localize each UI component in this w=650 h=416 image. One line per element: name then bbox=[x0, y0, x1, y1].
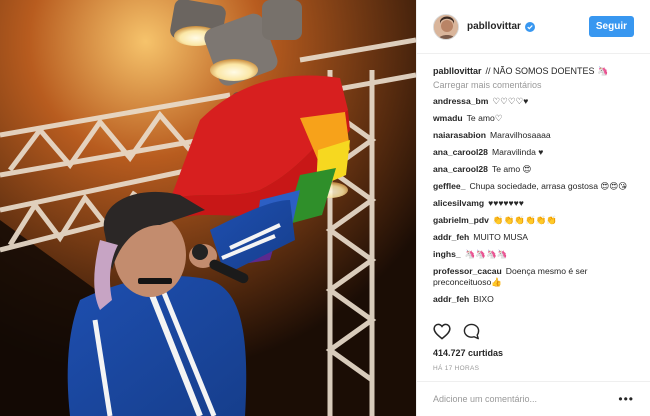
more-options-icon[interactable]: ••• bbox=[618, 392, 634, 406]
comment-username[interactable]: ana_carool28 bbox=[433, 164, 488, 174]
comment: wmadu Te amo♡ bbox=[433, 113, 634, 124]
comment-text: Maravilinda ♥ bbox=[491, 147, 544, 157]
comment-text: MUITO MUSA bbox=[473, 232, 529, 242]
post-actions bbox=[433, 323, 480, 340]
comment-username[interactable]: addr_feh bbox=[433, 232, 469, 242]
caption-username[interactable]: pabllovittar bbox=[433, 66, 482, 76]
comment-username[interactable]: alicesilvamg bbox=[433, 198, 484, 208]
comment-username[interactable]: gefflee_ bbox=[433, 181, 465, 191]
concert-photo-illustration bbox=[0, 0, 416, 416]
comment-text: Chupa sociedade, arrasa gostosa 😍😍😘 bbox=[469, 181, 628, 191]
comment-text: 👏👏👏👏👏👏 bbox=[492, 215, 558, 225]
avatar[interactable] bbox=[433, 13, 459, 40]
like-button[interactable] bbox=[433, 323, 451, 340]
caption-text: // NÃO SOMOS DOENTES 🦄 bbox=[485, 66, 609, 76]
comment: addr_feh BIXO bbox=[433, 294, 634, 305]
add-comment-input[interactable] bbox=[433, 394, 619, 404]
avatar-image bbox=[434, 14, 458, 39]
header-username[interactable]: pabllovittar bbox=[467, 21, 521, 32]
verified-badge-icon bbox=[524, 21, 535, 32]
comment: alicesilvamg ♥♥♥♥♥♥♥ bbox=[433, 198, 634, 209]
likes-count[interactable]: 414.727 curtidas bbox=[433, 348, 503, 358]
post-header: pabllovittar Seguir bbox=[417, 0, 650, 54]
comment-username[interactable]: gabrielm_pdv bbox=[433, 215, 489, 225]
comment-text: Maravilhosaaaa bbox=[490, 130, 551, 140]
comment-username[interactable]: ana_carool28 bbox=[433, 147, 488, 157]
add-comment-bar: ••• bbox=[417, 381, 650, 416]
comment-username[interactable]: naiarasabion bbox=[433, 130, 486, 140]
post-caption: pabllovittar// NÃO SOMOS DOENTES 🦄 bbox=[433, 64, 634, 78]
comment: andressa_bm ♡♡♡♡♥ bbox=[433, 96, 634, 107]
comment-username[interactable]: professor_cacau bbox=[433, 266, 502, 276]
post-timestamp[interactable]: HÁ 17 HORAS bbox=[433, 365, 479, 372]
comment: ana_carool28 Te amo 😍 bbox=[433, 164, 634, 175]
comment: addr_feh MUITO MUSA bbox=[433, 232, 634, 243]
comment: gabrielm_pdv 👏👏👏👏👏👏 bbox=[433, 215, 634, 226]
comment-username[interactable]: inghs_ bbox=[433, 249, 461, 259]
post-side-panel: pabllovittar Seguir pabllovittar// NÃO S… bbox=[416, 0, 650, 416]
comment-username[interactable]: wmadu bbox=[433, 113, 463, 123]
comment: naiarasabion Maravilhosaaaa bbox=[433, 130, 634, 141]
post-photo[interactable] bbox=[0, 0, 416, 416]
comment-bubble-icon bbox=[463, 323, 480, 340]
comment-username[interactable]: addr_feh bbox=[433, 294, 469, 304]
comment-text: Te amo 😍 bbox=[491, 164, 532, 174]
comment-text: ♥♥♥♥♥♥♥ bbox=[488, 198, 524, 208]
comment: professor_cacau Doença mesmo é ser precon… bbox=[433, 266, 634, 288]
heart-icon bbox=[433, 323, 451, 340]
comment-text: BIXO bbox=[473, 294, 494, 304]
comment-username[interactable]: andressa_bm bbox=[433, 96, 488, 106]
instagram-post: pabllovittar Seguir pabllovittar// NÃO S… bbox=[0, 0, 650, 416]
comment: ana_carool28 Maravilinda ♥ bbox=[433, 147, 634, 158]
comments-section: pabllovittar// NÃO SOMOS DOENTES 🦄 Carre… bbox=[417, 54, 650, 321]
comment: gefflee_ Chupa sociedade, arrasa gostosa … bbox=[433, 181, 634, 192]
follow-button[interactable]: Seguir bbox=[588, 16, 634, 37]
comment: inghs_ 🦄🦄🦄🦄 bbox=[433, 249, 634, 260]
comment-text: 🦄🦄🦄🦄 bbox=[464, 249, 508, 259]
comment-text: ♡♡♡♡♥ bbox=[492, 96, 529, 106]
load-more-comments-link[interactable]: Carregar mais comentários bbox=[433, 79, 634, 91]
comment-button[interactable] bbox=[463, 323, 480, 340]
comment-text: Te amo♡ bbox=[466, 113, 503, 123]
